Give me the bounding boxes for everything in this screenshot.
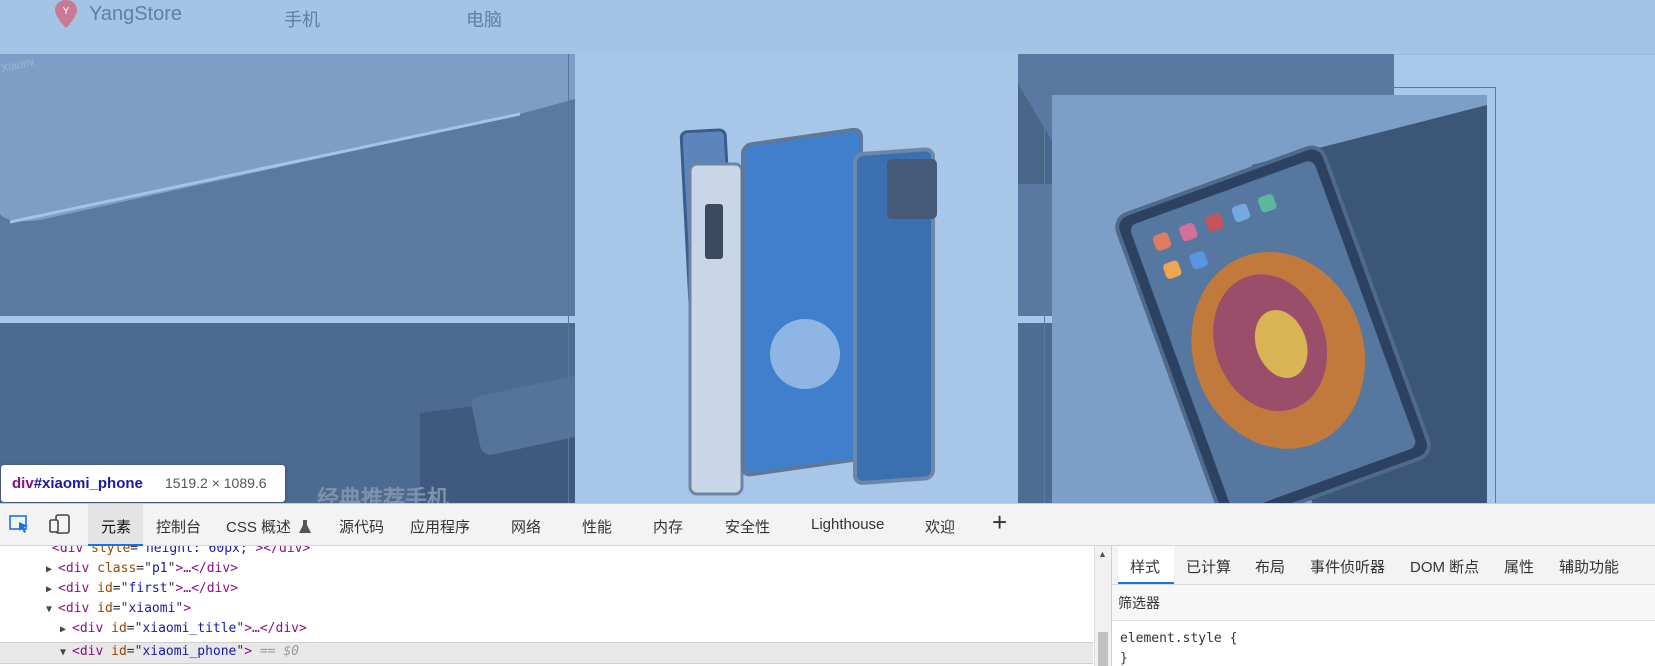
tab-application[interactable]: 应用程序: [410, 516, 470, 537]
dom-node[interactable]: <div style="height: 60px;"></div>: [52, 546, 310, 559]
tab-layout[interactable]: 布局: [1255, 556, 1285, 577]
tab-properties[interactable]: 属性: [1504, 556, 1534, 577]
tab-dom-breakpoints[interactable]: DOM 断点: [1410, 556, 1479, 577]
style-rule-selector[interactable]: element.style {: [1120, 631, 1237, 646]
location-pin-logo-icon: Y: [55, 0, 77, 28]
product-image-fold-tablet: [1052, 95, 1487, 503]
dom-node[interactable]: ▶ <div class="p1">…</div>: [46, 559, 238, 579]
scroll-up-arrow-icon[interactable]: ▲: [1098, 549, 1107, 559]
dom-node[interactable]: ▼ <div id="xiaomi">: [46, 599, 191, 619]
nav-link-phones[interactable]: 手机: [284, 6, 320, 32]
tab-accessibility[interactable]: 辅助功能: [1559, 556, 1619, 577]
tooltip-tag-name: div: [12, 475, 34, 492]
tab-sources[interactable]: 源代码: [339, 516, 384, 537]
tab-css-overview-label: CSS 概述: [226, 519, 292, 536]
tab-memory[interactable]: 内存: [653, 516, 683, 537]
panel-divider: [568, 54, 569, 503]
image-gap: [0, 316, 575, 323]
dom-node[interactable]: ▶ <div id="first">…</div>: [46, 579, 238, 599]
page-viewport[interactable]: Y YangStore 手机 电脑 Xiaomi 经典推荐手机 div#xiao…: [0, 0, 1655, 503]
tab-network[interactable]: 网络: [511, 516, 541, 537]
tab-event-listeners[interactable]: 事件侦听器: [1310, 556, 1385, 577]
devtools-panel: 元素 控制台 CSS 概述 源代码 应用程序 网络 性能 内存 安全性 Ligh…: [0, 503, 1655, 666]
tab-styles[interactable]: 样式: [1130, 556, 1160, 577]
tab-lighthouse[interactable]: Lighthouse: [811, 516, 884, 533]
style-rule-close: }: [1120, 651, 1128, 666]
expand-triangle-icon[interactable]: ▶: [46, 580, 58, 600]
tab-css-overview[interactable]: CSS 概述: [226, 516, 312, 537]
collapse-triangle-icon[interactable]: ▼: [46, 600, 58, 620]
styles-filter-row: [1112, 585, 1655, 621]
styles-tabbar: 样式 已计算 布局 事件侦听器 DOM 断点 属性 辅助功能: [1112, 546, 1655, 585]
inspect-element-tooltip: div#xiaomi_phone 1519.2 × 1089.6: [1, 465, 285, 502]
product-image-tablet-top: Xiaomi: [0, 54, 575, 316]
scrollbar-thumb[interactable]: [1098, 632, 1108, 666]
styles-sidebar: 样式 已计算 布局 事件侦听器 DOM 断点 属性 辅助功能 element.s…: [1111, 546, 1655, 666]
tooltip-element-size: 1519.2 × 1089.6: [165, 475, 267, 491]
expand-triangle-icon[interactable]: ▶: [60, 620, 72, 640]
expand-triangle-icon[interactable]: ▶: [46, 560, 58, 580]
section-title-under-overlay: 经典推荐手机: [317, 486, 450, 503]
dom-node-selected[interactable]: ▼ <div id="xiaomi_phone"> == $0: [60, 642, 299, 662]
styles-filter-input[interactable]: [1116, 592, 1650, 614]
elements-dom-tree[interactable]: <div style="height: 60px;"></div> ▶ <div …: [0, 546, 1093, 666]
tab-console[interactable]: 控制台: [156, 516, 201, 537]
add-tab-button[interactable]: +: [992, 509, 1007, 535]
inspect-element-icon[interactable]: [9, 514, 31, 534]
site-header: Y YangStore 手机 电脑: [0, 0, 1655, 55]
product-image-foldable-phones: [575, 54, 1018, 503]
tooltip-selector: div#xiaomi_phone: [12, 475, 143, 492]
tab-welcome[interactable]: 欢迎: [925, 516, 955, 537]
tab-computed[interactable]: 已计算: [1186, 556, 1231, 577]
tab-performance[interactable]: 性能: [582, 516, 612, 537]
tooltip-element-id: #xiaomi_phone: [33, 475, 143, 492]
selected-node-marker: == $0: [259, 644, 299, 659]
dom-tree-scrollbar[interactable]: ▲: [1094, 546, 1111, 666]
nav-link-computers[interactable]: 电脑: [466, 6, 502, 32]
tab-elements[interactable]: 元素: [101, 516, 131, 537]
dom-node[interactable]: ▶ <div id="xiaomi_title">…</div>: [60, 619, 307, 639]
logo-letter: Y: [63, 6, 70, 17]
collapse-triangle-icon[interactable]: ▼: [60, 643, 72, 663]
experimental-flask-icon: [299, 520, 312, 533]
tab-security[interactable]: 安全性: [725, 516, 770, 537]
device-toolbar-icon[interactable]: [49, 514, 71, 534]
devtools-tabbar: 元素 控制台 CSS 概述 源代码 应用程序 网络 性能 内存 安全性 Ligh…: [0, 504, 1655, 546]
site-logo-text[interactable]: YangStore: [89, 3, 182, 26]
